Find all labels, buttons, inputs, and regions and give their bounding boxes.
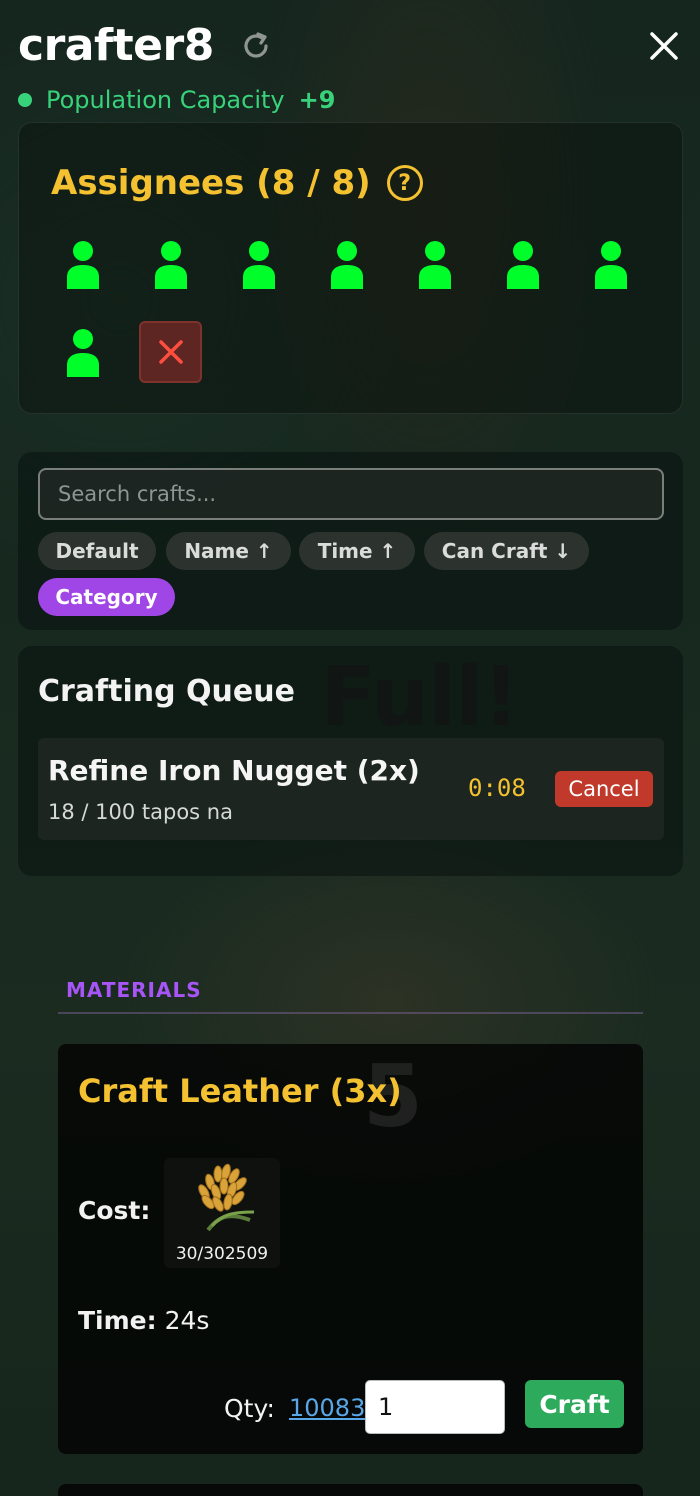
sort-time-chip[interactable]: Time ↑	[299, 532, 415, 570]
queue-item-timer: 0:08	[468, 774, 526, 802]
recipe-card: 5 Craft Leather (3x) Cost: 30/302509 Tim…	[58, 1044, 643, 1454]
assignees-title: Assignees (8 / 8)	[51, 163, 371, 203]
queue-item-progress: 18 / 100 tapos na	[48, 800, 233, 824]
worker-icon[interactable]	[593, 239, 629, 291]
time-value: 24s	[164, 1306, 210, 1335]
time-label: Time:	[78, 1306, 157, 1335]
time-row: Time: 24s	[78, 1306, 209, 1335]
help-icon[interactable]: ?	[386, 165, 423, 201]
population-status: Population Capacity +9	[18, 86, 335, 114]
close-icon[interactable]	[646, 28, 682, 64]
status-label: Population Capacity	[46, 86, 285, 114]
cancel-button[interactable]: Cancel	[555, 771, 653, 807]
category-chip[interactable]: Category	[38, 578, 175, 616]
sort-can-craft-chip[interactable]: Can Craft ↓	[424, 532, 589, 570]
status-dot	[18, 93, 32, 107]
search-input[interactable]	[38, 468, 664, 520]
recipe-title: Craft Leather (3x)	[78, 1072, 402, 1110]
craft-button[interactable]: Craft	[525, 1380, 624, 1428]
section-label: MATERIALS	[66, 978, 202, 1002]
worker-icon[interactable]	[329, 239, 365, 291]
full-overlay-text: Full!	[320, 650, 520, 745]
page-title: crafter8	[18, 20, 214, 71]
remove-assignee-button[interactable]	[139, 321, 202, 383]
filter-panel: Default Name ↑ Time ↑ Can Craft ↓ Catego…	[18, 452, 683, 630]
header: crafter8	[18, 20, 274, 72]
wheat-icon	[198, 1163, 255, 1232]
worker-icon[interactable]	[65, 327, 101, 379]
section-divider	[58, 1012, 643, 1014]
queue-item-name: Refine Iron Nugget (2x)	[48, 754, 420, 787]
assignees-panel: Assignees (8 / 8) ?	[18, 122, 683, 414]
qty-max-link[interactable]: 10083	[289, 1394, 365, 1422]
qty-label: Qty:	[224, 1394, 275, 1423]
worker-icon[interactable]	[241, 239, 277, 291]
worker-icon[interactable]	[417, 239, 453, 291]
queue-title: Crafting Queue	[38, 674, 295, 709]
sort-default-chip[interactable]: Default	[38, 532, 156, 570]
sort-name-chip[interactable]: Name ↑	[166, 532, 291, 570]
close-icon	[158, 340, 183, 364]
worker-icon[interactable]	[153, 239, 189, 291]
assignees-header: Assignees (8 / 8) ?	[51, 163, 423, 203]
cost-count: 30/302509	[175, 1244, 269, 1264]
worker-icon[interactable]	[505, 239, 541, 291]
queue-item: Refine Iron Nugget (2x) 18 / 100 tapos n…	[38, 738, 664, 840]
worker-icon[interactable]	[65, 239, 101, 291]
next-recipe-card	[58, 1484, 643, 1496]
cost-label: Cost:	[78, 1196, 151, 1225]
cost-item: 30/302509	[164, 1158, 280, 1268]
status-value: +9	[298, 86, 336, 114]
refresh-icon[interactable]	[238, 28, 274, 64]
quantity-input[interactable]	[365, 1380, 505, 1434]
